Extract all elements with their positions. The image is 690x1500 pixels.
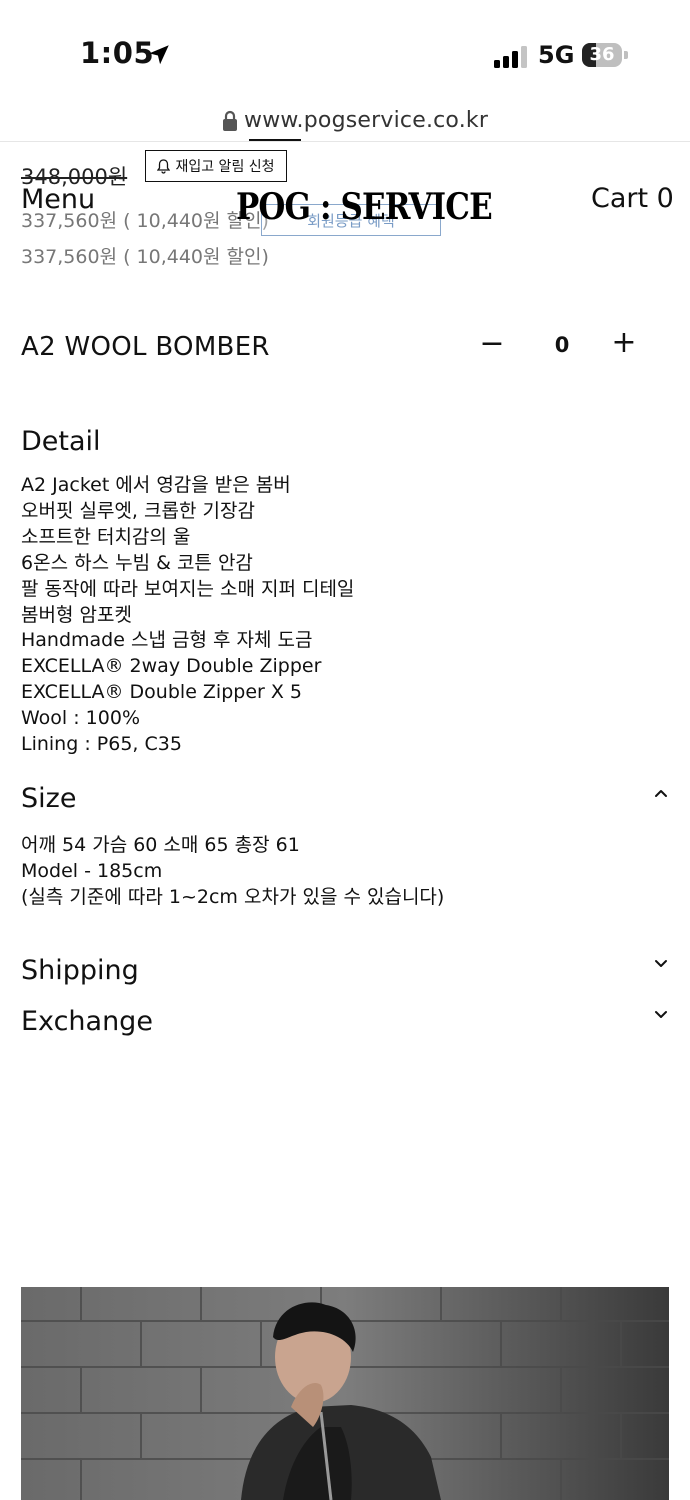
detail-line: Wool : 100% bbox=[21, 707, 141, 730]
chevron-down-icon[interactable] bbox=[650, 1003, 672, 1025]
detail-line: 6온스 하스 누빔 & 코튼 안감 bbox=[21, 551, 253, 574]
status-time: 1:05 bbox=[80, 36, 155, 70]
model-photo-image bbox=[21, 1287, 669, 1500]
shipping-section-toggle[interactable]: Shipping bbox=[21, 955, 139, 986]
detail-line: EXCELLA® Double Zipper X 5 bbox=[21, 681, 303, 704]
size-line: Model - 185cm bbox=[21, 859, 163, 882]
url-address[interactable]: www.pogservice.co.kr bbox=[244, 108, 488, 133]
detail-line: 봄버형 암포켓 bbox=[21, 603, 132, 626]
lock-icon bbox=[223, 110, 237, 131]
detail-line: Handmade 스냅 금형 후 자체 도금 bbox=[21, 629, 313, 652]
detail-line: 오버핏 실루엣, 크롭한 기장감 bbox=[21, 499, 255, 522]
size-line: (실측 기준에 따라 1~2cm 오차가 있을 수 있습니다) bbox=[21, 885, 445, 908]
chevron-down-icon[interactable] bbox=[650, 952, 672, 974]
detail-section-title: Detail bbox=[21, 426, 101, 457]
exchange-section-toggle[interactable]: Exchange bbox=[21, 1006, 153, 1037]
restock-notify-button[interactable]: 재입고 알림 신청 bbox=[145, 150, 287, 182]
product-photo[interactable] bbox=[21, 1287, 669, 1500]
location-arrow-icon bbox=[149, 45, 169, 65]
signal-icon bbox=[494, 44, 528, 68]
restock-notify-label: 재입고 알림 신청 bbox=[175, 159, 275, 175]
quantity-decrease-button[interactable]: − bbox=[478, 327, 506, 361]
detail-line: Lining : P65, C35 bbox=[21, 733, 182, 756]
size-info: 어깨 54 가슴 60 소매 65 총장 61 Model - 185cm (실… bbox=[21, 833, 444, 911]
cart-button[interactable]: Cart 0 bbox=[591, 183, 674, 214]
detail-line: EXCELLA® 2way Double Zipper bbox=[21, 655, 322, 678]
quantity-increase-button[interactable]: + bbox=[610, 326, 638, 360]
menu-button[interactable]: Menu bbox=[21, 184, 95, 215]
divider bbox=[0, 141, 690, 142]
chevron-up-icon[interactable] bbox=[650, 782, 672, 804]
size-section-toggle[interactable]: Size bbox=[21, 783, 76, 814]
product-title: A2 WOOL BOMBER bbox=[21, 332, 270, 362]
product-page: 1:05 5G 36 www.pogservice.co.kr 348,000원… bbox=[0, 0, 690, 1500]
battery-level: 36 bbox=[589, 44, 615, 65]
size-line: 어깨 54 가슴 60 소매 65 총장 61 bbox=[21, 834, 300, 856]
sale-price: 337,560원 ( 10,440원 할인) bbox=[21, 246, 269, 268]
detail-line: A2 Jacket 에서 영감을 받은 봄버 bbox=[21, 474, 291, 496]
site-logo[interactable]: POG : SERVICE bbox=[236, 186, 493, 228]
detail-list: A2 Jacket 에서 영감을 받은 봄버 오버핏 실루엣, 크롭한 기장감 … bbox=[21, 473, 354, 758]
detail-line: 소프트한 터치감의 울 bbox=[21, 525, 191, 548]
battery-icon: 36 bbox=[582, 43, 628, 67]
bell-icon bbox=[157, 158, 171, 174]
quantity-value: 0 bbox=[554, 333, 570, 357]
network-type: 5G bbox=[538, 41, 575, 69]
detail-line: 팔 동작에 따라 보여지는 소매 지퍼 디테일 bbox=[21, 577, 355, 600]
